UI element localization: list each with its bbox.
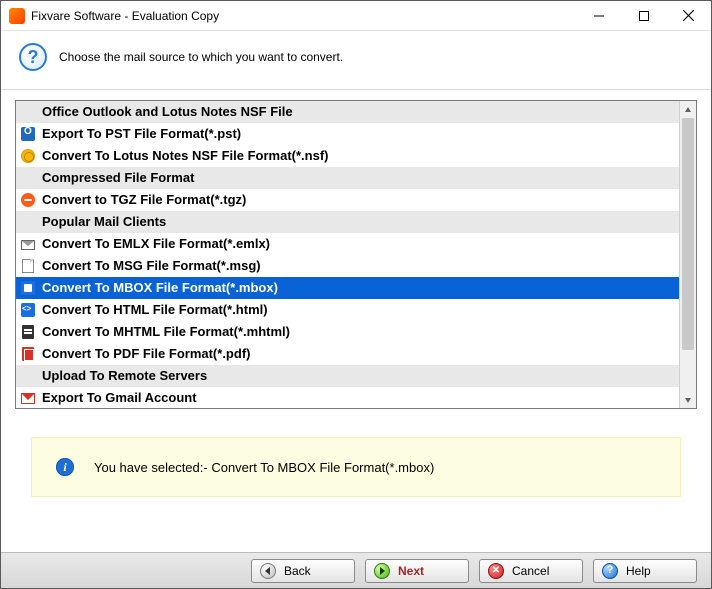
list-item[interactable]: Export To PST File Format(*.pst) bbox=[16, 123, 679, 145]
list-item-label: Office Outlook and Lotus Notes NSF File bbox=[42, 104, 679, 119]
list-item-label: Convert To HTML File Format(*.html) bbox=[42, 302, 679, 317]
scroll-down-button[interactable] bbox=[680, 391, 696, 408]
instruction-header: ? Choose the mail source to which you wa… bbox=[1, 31, 711, 90]
list-item-label: Convert to TGZ File Format(*.tgz) bbox=[42, 192, 679, 207]
list-item-label: Export To PST File Format(*.pst) bbox=[42, 126, 679, 141]
list-item-label: Popular Mail Clients bbox=[42, 214, 679, 229]
scroll-thumb[interactable] bbox=[682, 118, 694, 350]
minimize-button[interactable] bbox=[576, 1, 621, 31]
list-item-label: Convert To MHTML File Format(*.mhtml) bbox=[42, 324, 679, 339]
scroll-track[interactable] bbox=[680, 118, 696, 391]
back-button[interactable]: Back bbox=[251, 559, 355, 583]
maximize-button[interactable] bbox=[621, 1, 666, 31]
list-section-header: Popular Mail Clients bbox=[16, 211, 679, 233]
app-icon bbox=[9, 8, 25, 24]
window-title: Fixvare Software - Evaluation Copy bbox=[31, 9, 219, 23]
gmail-icon bbox=[20, 390, 36, 406]
close-button[interactable] bbox=[666, 1, 711, 31]
list-item-label: Convert To MSG File Format(*.msg) bbox=[42, 258, 679, 273]
list-item-label: Compressed File Format bbox=[42, 170, 679, 185]
html-icon bbox=[20, 302, 36, 318]
next-button[interactable]: Next bbox=[365, 559, 469, 583]
list-item[interactable]: Convert To EMLX File Format(*.emlx) bbox=[16, 233, 679, 255]
mhtml-icon bbox=[20, 324, 36, 340]
list-item[interactable]: Convert to TGZ File Format(*.tgz) bbox=[16, 189, 679, 211]
titlebar: Fixvare Software - Evaluation Copy bbox=[1, 1, 711, 31]
list-item[interactable]: Export To Gmail Account bbox=[16, 387, 679, 408]
back-label: Back bbox=[284, 564, 311, 578]
scroll-up-button[interactable] bbox=[680, 101, 696, 118]
cancel-label: Cancel bbox=[512, 564, 549, 578]
footer-buttons: Back Next Cancel Help bbox=[1, 552, 711, 588]
format-list[interactable]: Office Outlook and Lotus Notes NSF File E… bbox=[16, 101, 679, 408]
env-icon bbox=[20, 236, 36, 252]
next-icon bbox=[374, 563, 390, 579]
help-icon bbox=[602, 563, 618, 579]
back-icon bbox=[260, 563, 276, 579]
scrollbar[interactable] bbox=[679, 101, 696, 408]
list-section-header: Office Outlook and Lotus Notes NSF File bbox=[16, 101, 679, 123]
info-icon: i bbox=[56, 458, 74, 476]
tgz-icon bbox=[20, 192, 36, 208]
question-icon: ? bbox=[19, 43, 47, 71]
selection-info-text: You have selected:- Convert To MBOX File… bbox=[94, 460, 434, 475]
format-list-container: Office Outlook and Lotus Notes NSF File E… bbox=[15, 100, 697, 409]
list-item[interactable]: Convert To PDF File Format(*.pdf) bbox=[16, 343, 679, 365]
help-button[interactable]: Help bbox=[593, 559, 697, 583]
list-section-header: Compressed File Format bbox=[16, 167, 679, 189]
nsf-icon bbox=[20, 148, 36, 164]
list-section-header: Upload To Remote Servers bbox=[16, 365, 679, 387]
pdf-icon bbox=[20, 346, 36, 362]
list-item[interactable]: Convert To MHTML File Format(*.mhtml) bbox=[16, 321, 679, 343]
list-item-label: Convert To PDF File Format(*.pdf) bbox=[42, 346, 679, 361]
list-item-label: Convert To MBOX File Format(*.mbox) bbox=[42, 280, 679, 295]
instruction-text: Choose the mail source to which you want… bbox=[59, 50, 343, 64]
mbox-icon bbox=[20, 280, 36, 296]
help-label: Help bbox=[626, 564, 651, 578]
outlook-icon bbox=[20, 126, 36, 142]
list-item-label: Upload To Remote Servers bbox=[42, 368, 679, 383]
list-item[interactable]: Convert To Lotus Notes NSF File Format(*… bbox=[16, 145, 679, 167]
cancel-icon bbox=[488, 563, 504, 579]
next-label: Next bbox=[398, 564, 424, 578]
list-item-label: Convert To Lotus Notes NSF File Format(*… bbox=[42, 148, 679, 163]
list-item[interactable]: Convert To MSG File Format(*.msg) bbox=[16, 255, 679, 277]
cancel-button[interactable]: Cancel bbox=[479, 559, 583, 583]
list-item-label: Convert To EMLX File Format(*.emlx) bbox=[42, 236, 679, 251]
msg-icon bbox=[20, 258, 36, 274]
list-item[interactable]: Convert To HTML File Format(*.html) bbox=[16, 299, 679, 321]
selection-info-bar: i You have selected:- Convert To MBOX Fi… bbox=[31, 437, 681, 497]
list-item-label: Export To Gmail Account bbox=[42, 390, 679, 405]
list-item[interactable]: Convert To MBOX File Format(*.mbox) bbox=[16, 277, 679, 299]
